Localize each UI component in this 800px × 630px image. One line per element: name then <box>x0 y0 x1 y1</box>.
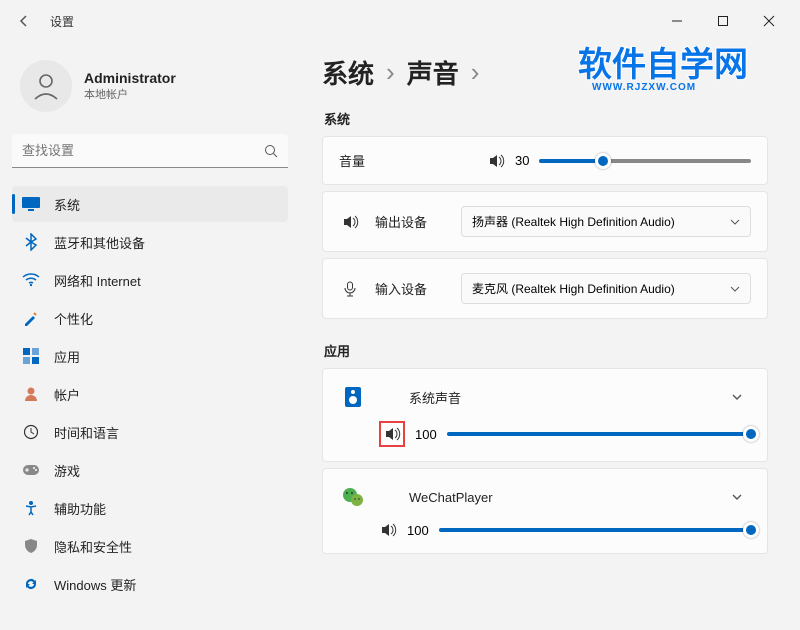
time-icon <box>22 423 40 441</box>
user-profile[interactable]: Administrator 本地帐户 <box>12 52 288 120</box>
sidebar-item-bluetooth[interactable]: 蓝牙和其他设备 <box>12 224 288 260</box>
personalize-icon <box>22 309 40 327</box>
maximize-button[interactable] <box>700 6 746 36</box>
user-subtitle: 本地帐户 <box>84 86 176 102</box>
apps-icon <box>22 347 40 365</box>
output-device-dropdown[interactable]: 扬声器 (Realtek High Definition Audio) <box>461 206 751 237</box>
back-button[interactable] <box>8 5 40 37</box>
privacy-icon <box>22 537 40 555</box>
section-system-label: 系统 <box>324 109 768 128</box>
accessibility-icon <box>22 499 40 517</box>
output-device-card: 输出设备 扬声器 (Realtek High Definition Audio) <box>322 191 768 252</box>
volume-value: 30 <box>515 153 529 168</box>
svg-text:软件自学网: 软件自学网 <box>578 46 748 84</box>
volume-label: 音量 <box>339 151 487 170</box>
sidebar-item-label: Windows 更新 <box>54 575 136 594</box>
sidebar-item-system[interactable]: 系统 <box>12 186 288 222</box>
app-name: WeChatPlayer <box>409 490 723 505</box>
sidebar-item-time[interactable]: 时间和语言 <box>12 414 288 450</box>
input-label: 输入设备 <box>375 279 461 298</box>
wifi-icon <box>22 271 40 289</box>
watermark-overlay: 软件自学网 WWW.RJZXW.COM <box>578 46 778 96</box>
sidebar: Administrator 本地帐户 系统蓝牙和其他设备网络和 Internet… <box>0 42 300 630</box>
sidebar-item-label: 应用 <box>54 347 80 366</box>
chevron-right-icon: › <box>471 57 480 88</box>
speaker-icon[interactable] <box>383 425 401 443</box>
volume-card: 音量 30 <box>322 136 768 185</box>
svg-text:WWW.RJZXW.COM: WWW.RJZXW.COM <box>592 82 696 93</box>
sidebar-item-label: 网络和 Internet <box>54 271 141 290</box>
system-icon <box>22 195 40 213</box>
sidebar-item-label: 游戏 <box>54 461 80 480</box>
sidebar-item-label: 隐私和安全性 <box>54 537 132 556</box>
search-box[interactable] <box>12 134 288 168</box>
sidebar-item-update[interactable]: Windows 更新 <box>12 566 288 602</box>
sidebar-item-label: 辅助功能 <box>54 499 106 518</box>
window-controls <box>654 6 792 36</box>
app-volume-card: WeChatPlayer 100 <box>322 468 768 554</box>
sidebar-item-privacy[interactable]: 隐私和安全性 <box>12 528 288 564</box>
chevron-right-icon: › <box>386 57 395 88</box>
input-device-value: 麦克风 (Realtek High Definition Audio) <box>472 280 675 297</box>
sidebar-item-label: 个性化 <box>54 309 93 328</box>
sidebar-item-personalize[interactable]: 个性化 <box>12 300 288 336</box>
gaming-icon <box>22 461 40 479</box>
bluetooth-icon <box>22 233 40 251</box>
output-device-value: 扬声器 (Realtek High Definition Audio) <box>472 213 675 230</box>
main-content: 系统 › 声音 › 软件自学网 WWW.RJZXW.COM 系统 音量 30 输… <box>300 42 800 630</box>
breadcrumb: 系统 › 声音 › 软件自学网 WWW.RJZXW.COM <box>322 54 768 91</box>
input-device-dropdown[interactable]: 麦克风 (Realtek High Definition Audio) <box>461 273 751 304</box>
window-title: 设置 <box>50 13 74 30</box>
volume-slider[interactable] <box>539 159 751 163</box>
user-name: Administrator <box>84 70 176 86</box>
output-label: 输出设备 <box>375 212 461 231</box>
sidebar-item-label: 系统 <box>54 195 80 214</box>
app-volume-value: 100 <box>415 427 437 442</box>
breadcrumb-child[interactable]: 声音 <box>407 54 459 91</box>
chevron-down-icon <box>730 217 740 227</box>
sidebar-item-gaming[interactable]: 游戏 <box>12 452 288 488</box>
sidebar-item-label: 蓝牙和其他设备 <box>54 233 145 252</box>
app-icon <box>339 383 367 411</box>
app-volume-value: 100 <box>407 523 429 538</box>
app-volume-card: 系统声音 100 <box>322 368 768 462</box>
section-apps-label: 应用 <box>324 341 768 360</box>
close-button[interactable] <box>746 6 792 36</box>
app-icon <box>339 483 367 511</box>
search-icon <box>264 144 278 158</box>
minimize-button[interactable] <box>654 6 700 36</box>
speaker-icon <box>339 213 361 231</box>
avatar <box>20 60 72 112</box>
sidebar-item-label: 帐户 <box>54 385 80 404</box>
input-device-card: 输入设备 麦克风 (Realtek High Definition Audio) <box>322 258 768 319</box>
account-icon <box>22 385 40 403</box>
chevron-down-icon <box>730 284 740 294</box>
sidebar-item-account[interactable]: 帐户 <box>12 376 288 412</box>
speaker-icon[interactable] <box>379 521 397 539</box>
app-volume-slider[interactable] <box>447 432 751 436</box>
speaker-icon[interactable] <box>487 152 505 170</box>
search-input[interactable] <box>22 143 264 158</box>
expand-button[interactable] <box>723 383 751 411</box>
microphone-icon <box>339 280 361 298</box>
sidebar-item-wifi[interactable]: 网络和 Internet <box>12 262 288 298</box>
update-icon <box>22 575 40 593</box>
app-volume-slider[interactable] <box>439 528 751 532</box>
titlebar: 设置 <box>0 0 800 42</box>
breadcrumb-root[interactable]: 系统 <box>322 54 374 91</box>
expand-button[interactable] <box>723 483 751 511</box>
sidebar-item-accessibility[interactable]: 辅助功能 <box>12 490 288 526</box>
sidebar-item-label: 时间和语言 <box>54 423 119 442</box>
sidebar-item-apps[interactable]: 应用 <box>12 338 288 374</box>
highlight-annotation <box>379 421 405 447</box>
app-name: 系统声音 <box>409 388 723 407</box>
